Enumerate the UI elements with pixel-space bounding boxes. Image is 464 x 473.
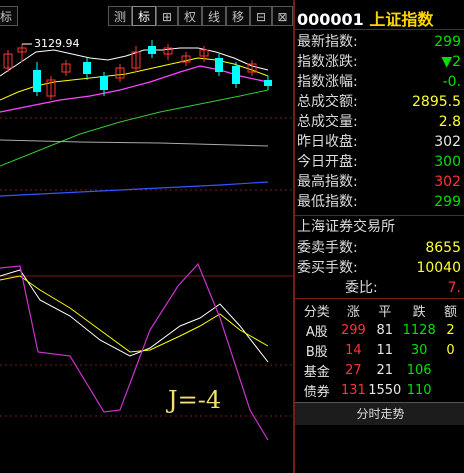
order-value: 7. — [447, 280, 461, 296]
candle — [131, 46, 141, 72]
kline-svg — [0, 40, 293, 441]
ma-green-line — [0, 89, 269, 167]
divider — [295, 29, 464, 30]
divider — [295, 215, 464, 216]
column-header: 涨 — [346, 304, 360, 320]
exchange-row: 上海证券交易所 — [297, 217, 464, 237]
up-cell: 299 — [340, 322, 366, 338]
candle — [33, 62, 41, 96]
order-value: 8655 — [425, 240, 461, 256]
order-label: 委买手数: — [297, 260, 358, 276]
quote-value: 299 — [434, 194, 461, 210]
flat-cell: 1550 — [368, 382, 402, 398]
candle — [215, 54, 223, 76]
quote-value: 299 — [434, 34, 461, 50]
column-header: 跌 — [412, 304, 426, 320]
quote-panel: 000001 上证指数 最新指数: 299 指数涨跌: ▼2 指数涨幅: -0. 总成… — [293, 0, 464, 473]
exchange-name: 上海证券交易所 — [297, 219, 395, 235]
table-row[interactable]: 债券 131 1550 110 — [295, 380, 464, 400]
down-cell: 30 — [410, 342, 428, 358]
index-code: 000001 — [297, 10, 364, 29]
amount-cell — [437, 380, 464, 400]
quote-value: 2895.5 — [412, 94, 461, 110]
quote-label: 今日开盘: — [297, 154, 358, 170]
flat-cell: 11 — [376, 342, 393, 358]
quote-label: 最高指数: — [297, 174, 358, 190]
intraday-chart-button[interactable]: 分时走势 — [295, 402, 464, 425]
order-row: 委买手数: 10040 — [297, 258, 464, 278]
kdj-k-line — [0, 269, 269, 363]
down-cell: 110 — [406, 382, 432, 398]
quote-row: 指数涨幅: -0. — [297, 72, 464, 92]
candle — [247, 60, 257, 76]
candle — [148, 40, 156, 58]
quote-value: ▼2 — [441, 54, 461, 70]
table-row[interactable]: 基金 27 21 106 — [295, 360, 464, 380]
divider — [295, 298, 464, 299]
down-cell: 1128 — [402, 322, 436, 338]
order-row: 委比: 7. — [297, 278, 464, 298]
quote-label: 指数涨幅: — [297, 74, 358, 90]
quote-value: 302 — [434, 134, 461, 150]
category-cell: A股 — [305, 324, 328, 340]
table-row[interactable]: A股 299 81 1128 2 — [295, 320, 464, 340]
quote-label: 昨日收盘: — [297, 134, 358, 150]
quote-label: 指数涨跌: — [297, 54, 358, 70]
quote-value: 2.8 — [438, 114, 461, 130]
amount-cell: 0 — [446, 342, 455, 358]
quote-row: 最新指数: 299 — [297, 32, 464, 52]
kdj-j-value-label: J=-4 — [168, 386, 222, 414]
order-row: 委卖手数: 8655 — [297, 238, 464, 258]
down-cell: 106 — [406, 362, 432, 378]
candle — [163, 44, 173, 60]
order-value: 10040 — [416, 260, 461, 276]
up-cell: 131 — [340, 382, 366, 398]
order-label: 委卖手数: — [297, 240, 358, 256]
column-header: 额 — [444, 304, 458, 320]
candle — [181, 52, 191, 66]
quote-row: 最高指数: 302 — [297, 172, 464, 192]
candle — [61, 60, 71, 76]
flat-cell: 21 — [376, 362, 393, 378]
quote-title: 000001 上证指数 — [297, 6, 433, 30]
quote-row: 指数涨跌: ▼2 — [297, 52, 464, 72]
quote-value: 302 — [434, 174, 461, 190]
quote-row: 最低指数: 299 — [297, 192, 464, 212]
up-cell: 14 — [345, 342, 362, 358]
candle — [46, 76, 56, 100]
quote-label: 总成交额: — [297, 94, 358, 110]
quote-value: 300 — [434, 154, 461, 170]
quote-row: 今日开盘: 300 — [297, 152, 464, 172]
category-cell: 债券 — [303, 384, 330, 400]
ma-gray-line — [0, 139, 269, 147]
candle — [83, 58, 91, 80]
flat-cell: 81 — [376, 322, 393, 338]
quote-label: 最新指数: — [297, 34, 358, 50]
index-name: 上证指数 — [369, 10, 434, 29]
quote-label: 最低指数: — [297, 194, 358, 210]
up-cell: 27 — [345, 362, 362, 378]
amount-cell: 2 — [446, 322, 455, 338]
kline-chart-panel[interactable]: 标 测 标 ⊞ 权 线 移 ⊟ ⊠ 3129.94 J=-4 — [0, 0, 293, 473]
order-label: 委比: — [345, 280, 378, 296]
table-row[interactable]: B股 14 11 30 0 — [295, 340, 464, 360]
column-header: 分类 — [303, 304, 330, 320]
candle — [115, 64, 125, 82]
amount-cell — [437, 360, 464, 380]
quote-value: -0. — [442, 74, 461, 90]
candle — [264, 76, 272, 90]
quote-row: 总成交额: 2895.5 — [297, 92, 464, 112]
quote-row: 昨日收盘: 302 — [297, 132, 464, 152]
category-cell: 基金 — [303, 364, 330, 380]
market-breadth-table: 分类 涨 平 跌 额 A股 299 81 1128 2 B股 14 11 30 … — [295, 300, 464, 400]
quote-label: 总成交量: — [297, 114, 358, 130]
category-cell: B股 — [305, 344, 328, 360]
column-header: 平 — [378, 304, 392, 320]
ma-blue-line — [0, 181, 269, 197]
peak-price-label: 3129.94 — [34, 37, 80, 50]
quote-row: 总成交量: 2.8 — [297, 112, 464, 132]
table-header-row: 分类 涨 平 跌 额 — [295, 300, 464, 320]
